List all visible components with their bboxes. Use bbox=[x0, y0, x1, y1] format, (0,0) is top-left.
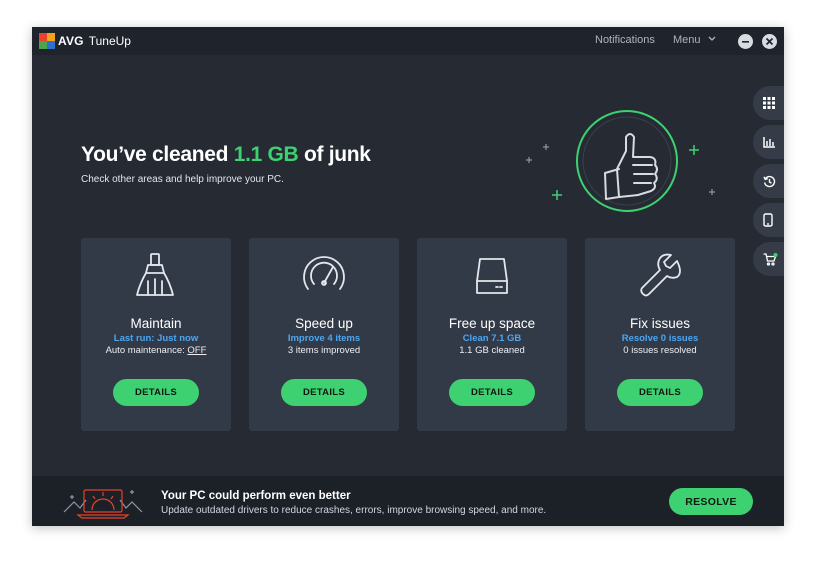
menu-button[interactable]: Menu bbox=[673, 34, 716, 46]
cart-icon bbox=[763, 252, 778, 266]
card-stat: Auto maintenance: OFF bbox=[81, 345, 231, 356]
chevron-down-icon bbox=[708, 36, 716, 41]
hard-drive-icon bbox=[476, 258, 508, 294]
card-stat: 0 issues resolved bbox=[623, 345, 697, 356]
avg-logo-icon bbox=[39, 33, 55, 49]
rail-history-button[interactable] bbox=[753, 164, 784, 198]
minimize-button[interactable] bbox=[738, 34, 753, 49]
hero-subtitle: Check other areas and help improve your … bbox=[81, 174, 284, 185]
app-window: AVG TuneUp Notifications Menu You’ve cle… bbox=[32, 27, 784, 526]
card-title: Maintain bbox=[130, 316, 182, 331]
card-title: Speed up bbox=[295, 316, 353, 331]
recommendation-banner: Your PC could perform even better Update… bbox=[32, 476, 784, 526]
card-speed-up[interactable]: Speed up Improve 4 items 3 items improve… bbox=[249, 238, 399, 431]
hero-title: You’ve cleaned 1.1 GB of junk bbox=[81, 143, 371, 167]
mobile-icon bbox=[763, 213, 773, 227]
card-title: Free up space bbox=[448, 316, 536, 331]
hero-title-prefix: You’ve cleaned bbox=[81, 143, 234, 166]
details-button[interactable]: DETAILS bbox=[113, 379, 199, 406]
card-maintain[interactable]: Maintain Last run: Just now Auto mainten… bbox=[81, 238, 231, 431]
close-button[interactable] bbox=[762, 34, 777, 49]
product-name: TuneUp bbox=[88, 34, 131, 48]
rail-stats-button[interactable] bbox=[753, 125, 784, 159]
card-fix-issues[interactable]: Fix issues Resolve 0 issues 0 issues res… bbox=[585, 238, 735, 431]
wrench-icon bbox=[640, 253, 681, 297]
close-icon bbox=[765, 37, 774, 46]
card-status-link[interactable]: Resolve 0 issues bbox=[585, 333, 735, 344]
rail-cart-button[interactable] bbox=[753, 242, 784, 276]
title-bar: AVG TuneUp Notifications Menu bbox=[32, 27, 784, 55]
apps-grid-icon bbox=[763, 97, 775, 109]
auto-maintenance-toggle[interactable]: OFF bbox=[187, 345, 206, 356]
card-stat: 3 items improved bbox=[287, 345, 361, 356]
details-button[interactable]: DETAILS bbox=[449, 379, 535, 406]
card-free-up-space[interactable]: Free up space Clean 7.1 GB 1.1 GB cleane… bbox=[417, 238, 567, 431]
details-button[interactable]: DETAILS bbox=[281, 379, 367, 406]
card-status-link[interactable]: Last run: Just now bbox=[81, 333, 231, 344]
laptop-sunrise-icon bbox=[63, 489, 143, 519]
card-stat: 1.1 GB cleaned bbox=[459, 345, 525, 356]
card-stat-prefix: Auto maintenance: bbox=[105, 345, 188, 356]
history-icon bbox=[763, 175, 776, 187]
details-button[interactable]: DETAILS bbox=[617, 379, 703, 406]
rail-mobile-button[interactable] bbox=[753, 203, 784, 237]
banner-title: Your PC could perform even better bbox=[161, 490, 351, 502]
menu-label: Menu bbox=[673, 34, 701, 46]
banner-subtitle: Update outdated drivers to reduce crashe… bbox=[161, 505, 547, 516]
speedometer-icon bbox=[303, 256, 345, 290]
hero-title-suffix: of junk bbox=[298, 143, 371, 166]
thumbs-up-icon bbox=[604, 133, 658, 200]
rail-apps-button[interactable] bbox=[753, 86, 784, 120]
resolve-button[interactable]: RESOLVE bbox=[669, 488, 753, 515]
sparkle-icon bbox=[526, 144, 715, 195]
minimize-icon bbox=[742, 41, 749, 43]
bar-chart-icon bbox=[763, 137, 775, 148]
broom-icon bbox=[136, 253, 174, 296]
card-title: Fix issues bbox=[629, 316, 690, 331]
hero-title-amount: 1.1 GB bbox=[233, 143, 299, 166]
thumbs-up-illustration bbox=[526, 110, 715, 212]
brand-name: AVG bbox=[58, 34, 84, 48]
card-status-link[interactable]: Clean 7.1 GB bbox=[417, 333, 567, 344]
card-status-link[interactable]: Improve 4 items bbox=[249, 333, 399, 344]
app-logo: AVG TuneUp bbox=[39, 33, 131, 49]
notifications-link[interactable]: Notifications bbox=[595, 34, 655, 46]
